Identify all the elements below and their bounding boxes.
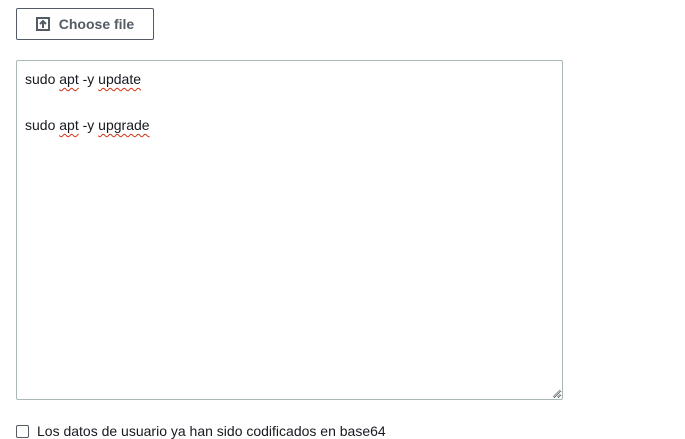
base64-checkbox-label: Los datos de usuario ya han sido codific… xyxy=(37,423,386,439)
user-data-line xyxy=(25,91,554,114)
user-data-textarea[interactable]: sudo apt -y update sudo apt -y upgrade xyxy=(16,60,563,400)
resize-handle-icon[interactable] xyxy=(552,389,561,398)
misspelled-word: update xyxy=(98,71,141,87)
text-segment: sudo xyxy=(25,117,60,133)
misspelled-word: apt xyxy=(59,117,79,133)
base64-checkbox[interactable] xyxy=(16,424,29,438)
user-data-content: sudo apt -y update sudo apt -y upgrade xyxy=(25,68,554,137)
text-segment: sudo xyxy=(25,71,60,87)
choose-file-button[interactable]: Choose file xyxy=(16,8,154,40)
misspelled-word: apt xyxy=(59,71,79,87)
misspelled-word: upgrade xyxy=(98,117,150,133)
text-segment: -y xyxy=(78,71,99,87)
base64-option[interactable]: Los datos de usuario ya han sido codific… xyxy=(16,423,386,439)
choose-file-label: Choose file xyxy=(58,16,135,32)
user-data-line: sudo apt -y upgrade xyxy=(25,114,554,137)
text-segment: -y xyxy=(78,117,99,133)
upload-icon xyxy=(35,17,50,31)
user-data-line: sudo apt -y update xyxy=(25,68,554,91)
